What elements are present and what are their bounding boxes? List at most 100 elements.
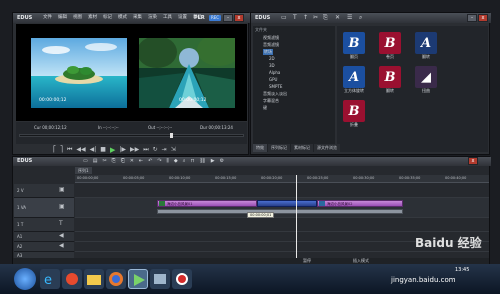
speaker-icon[interactable]: ◀ <box>59 242 64 249</box>
menu-edit[interactable]: 编辑 <box>58 13 67 23</box>
speaker-icon[interactable]: ◀ <box>59 232 64 239</box>
audio-clip[interactable] <box>157 209 403 214</box>
cut-icon[interactable]: ✂ <box>313 14 318 21</box>
ie-icon[interactable]: e <box>40 269 60 289</box>
tab-source-browser[interactable]: 源文件浏览 <box>314 144 340 152</box>
render-icon[interactable]: ▶ <box>211 157 215 166</box>
media-icon[interactable] <box>62 269 82 289</box>
set-out-icon[interactable]: ⎤ <box>60 146 63 153</box>
menu-clip[interactable]: 素材 <box>88 13 97 23</box>
track-header-a2[interactable]: A2 ◀ <box>14 242 74 252</box>
overwrite-icon[interactable]: ⇲ <box>171 146 176 153</box>
effect-item[interactable]: B 翻页 <box>343 32 371 60</box>
lane-1t[interactable] <box>75 218 489 232</box>
timeline-close-icon[interactable]: x <box>468 157 478 165</box>
close-icon[interactable]: x <box>234 14 244 22</box>
effect-minimize-icon[interactable]: - <box>467 14 477 22</box>
monitor-icon[interactable]: ▣ <box>59 186 65 193</box>
tab-sequence-markers[interactable]: 序列标记 <box>268 144 290 152</box>
rewind-icon[interactable]: ◀◀ <box>76 146 85 153</box>
tree-item-alpha[interactable]: Alpha <box>269 70 280 75</box>
tree-item-smpte[interactable]: SMPTE <box>269 84 282 89</box>
delete-icon[interactable]: ✕ <box>130 157 134 166</box>
split-icon[interactable]: ⫼ <box>167 157 169 166</box>
tree-item-gpu[interactable]: GPU <box>269 77 277 82</box>
timeline-ruler[interactable]: 00:00:00;00 00:00:05;00 00:00:10;00 00:0… <box>75 175 489 183</box>
track-header-1va[interactable]: 1 VA ▣ <box>14 198 74 218</box>
effect-item[interactable]: B 翻转 <box>379 66 407 94</box>
track-header-2v[interactable]: 2 V ▣ <box>14 184 74 198</box>
tab-clip-markers[interactable]: 素材标记 <box>291 144 313 152</box>
lane-2v[interactable] <box>75 184 489 198</box>
up-icon[interactable]: ↑ <box>303 14 308 21</box>
copy-icon[interactable]: ⎘ <box>323 14 328 22</box>
tree-item-audio-filters[interactable]: 音频滤镜 <box>263 42 279 48</box>
tree-item-title-mix[interactable]: 字幕混合 <box>263 98 279 104</box>
folder-icon[interactable]: ▭ <box>281 14 287 21</box>
playhead[interactable] <box>296 175 297 259</box>
tree-item-audio-fades[interactable]: 音频淡入淡出 <box>263 91 287 97</box>
properties-icon[interactable]: ☰ <box>347 14 352 21</box>
menu-render[interactable]: 渲染 <box>148 13 157 23</box>
track-header-a1[interactable]: A1 ◀ <box>14 232 74 242</box>
fast-forward-icon[interactable]: ▶▶ <box>130 146 139 153</box>
effect-item[interactable]: ◢ 扭曲 <box>415 66 443 94</box>
prev-icon[interactable]: ⏮ <box>67 146 72 154</box>
tab-effects[interactable]: 特效 <box>253 144 267 152</box>
effect-close-icon[interactable]: x <box>478 14 488 22</box>
effect-item[interactable]: A 翻转 <box>415 32 443 60</box>
player-seekbar[interactable] <box>19 133 244 138</box>
cut-icon[interactable]: ✂ <box>102 157 106 166</box>
search-icon[interactable]: ⌕ <box>359 14 362 22</box>
undo-icon[interactable]: ↶ <box>148 157 152 166</box>
tree-item-keyers[interactable]: 键 <box>263 105 267 111</box>
step-forward-icon[interactable]: |▶ <box>119 146 126 153</box>
record-icon[interactable] <box>172 269 192 289</box>
firefox-icon[interactable] <box>106 269 126 289</box>
effect-item[interactable]: B 折叠 <box>343 100 371 128</box>
lane-1va[interactable]: 海边小岛风景01 海边小岛风景02 00:00:00;01 <box>75 198 489 218</box>
tree-item-3d[interactable]: 3D <box>269 63 275 68</box>
monitor-icon[interactable]: ▣ <box>59 203 65 210</box>
menu-file[interactable]: 文件 <box>43 13 52 23</box>
menu-settings[interactable]: 设置 <box>178 13 187 23</box>
clock-time[interactable]: 13:45 <box>455 267 469 273</box>
transition-block[interactable] <box>257 200 317 207</box>
menu-capture[interactable]: 采集 <box>133 13 142 23</box>
track-header-1t[interactable]: 1 T T <box>14 218 74 232</box>
mode-plr[interactable]: PLR <box>194 13 205 23</box>
text-icon[interactable]: T <box>293 14 297 21</box>
marker-icon[interactable]: ◆ <box>174 157 178 166</box>
delete-icon[interactable]: ✕ <box>335 14 340 21</box>
settings-icon[interactable]: ⚙ <box>220 157 224 166</box>
effect-item[interactable]: A 立方体旋转 <box>343 66 371 94</box>
loop-icon[interactable]: ↻ <box>153 146 158 153</box>
window-icon[interactable] <box>150 269 170 289</box>
mode-rec[interactable]: REC <box>209 15 222 21</box>
video-clip[interactable]: 海边小岛风景01 <box>157 200 257 207</box>
menu-marker[interactable]: 标记 <box>103 13 112 23</box>
menu-tools[interactable]: 工具 <box>163 13 172 23</box>
title-track-icon[interactable]: T <box>59 220 63 227</box>
play-icon[interactable]: ▶ <box>110 146 115 154</box>
next-icon[interactable]: ⏭ <box>143 146 148 154</box>
zoom-icon[interactable]: ⌕ <box>183 157 186 166</box>
set-in-icon[interactable]: ⎡ <box>53 146 56 153</box>
minimize-icon[interactable]: - <box>223 14 233 22</box>
effect-item[interactable]: B 卷页 <box>379 32 407 60</box>
new-sequence-icon[interactable]: ▭ <box>83 157 88 166</box>
seekbar-handle[interactable] <box>170 133 173 138</box>
paste-icon[interactable]: ⎗ <box>121 157 125 166</box>
sequence-tab[interactable]: 序列1 <box>75 167 92 174</box>
video-clip[interactable]: 海边小岛风景02 <box>317 200 403 207</box>
tree-item-2d[interactable]: 2D <box>269 56 275 61</box>
folder-icon[interactable] <box>84 269 104 289</box>
save-icon[interactable]: ▤ <box>93 157 98 166</box>
link-icon[interactable]: ⛓ <box>199 157 205 166</box>
insert-icon[interactable]: ⇥ <box>162 146 167 153</box>
copy-icon[interactable]: ⎘ <box>112 157 116 166</box>
menu-mode[interactable]: 模式 <box>118 13 127 23</box>
step-back-icon[interactable]: ◀| <box>90 146 97 153</box>
snap-icon[interactable]: ⊓ <box>191 157 195 166</box>
ripple-icon[interactable]: ⇤ <box>139 157 143 166</box>
